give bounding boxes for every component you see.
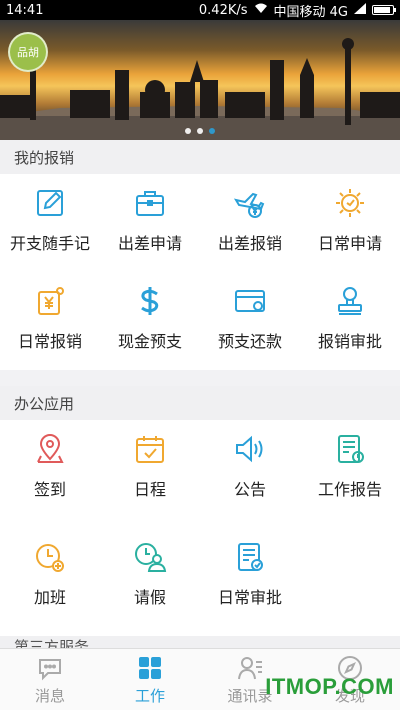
edit-icon bbox=[37, 190, 63, 216]
grid-item-daily-reimbursement[interactable]: 日常报销 bbox=[0, 272, 100, 370]
dollar-icon bbox=[141, 287, 159, 315]
grid-item-expense-note[interactable]: 开支随手记 bbox=[0, 174, 100, 272]
location-icon bbox=[37, 434, 64, 463]
user-clock-icon bbox=[135, 543, 167, 572]
tab-work[interactable]: 工作 bbox=[100, 649, 200, 710]
approval-doc-icon bbox=[238, 543, 263, 571]
carrier-label: 中国移动 4G bbox=[273, 4, 348, 20]
grid-item-travel-reimbursement[interactable]: 出差报销 bbox=[200, 174, 300, 272]
carousel-dot[interactable] bbox=[185, 128, 191, 134]
status-bar: 14:41 0.42K/s 中国移动 4G bbox=[0, 0, 400, 20]
grid-item-leave[interactable]: 请假 bbox=[100, 528, 200, 626]
watermark: ITMOP.COM bbox=[265, 674, 394, 699]
tab-messages[interactable]: 消息 bbox=[0, 649, 100, 710]
grid-office-apps: 签到 日程 公告 工作报告 加班 请假 日常审批 bbox=[0, 420, 400, 636]
grid-item-daily-application[interactable]: 日常申请 bbox=[300, 174, 400, 272]
grid-item-cash-advance[interactable]: 现金预支 bbox=[100, 272, 200, 370]
speaker-icon bbox=[236, 435, 263, 463]
yen-document-icon bbox=[38, 287, 64, 315]
grid-item-work-report[interactable]: 工作报告 bbox=[300, 420, 400, 518]
sun-icon bbox=[336, 189, 364, 217]
stamp-icon bbox=[338, 287, 362, 315]
banner-image bbox=[0, 38, 400, 140]
card-icon bbox=[235, 290, 265, 312]
grid-item-overtime[interactable]: 加班 bbox=[0, 528, 100, 626]
section-header-third-party: 第三方服务 bbox=[0, 636, 400, 648]
carousel-dots bbox=[0, 128, 400, 134]
banner-badge: 品胡 bbox=[8, 32, 48, 72]
network-speed: 0.42K/s bbox=[198, 2, 248, 18]
calendar-icon bbox=[136, 436, 164, 463]
signal-icon bbox=[354, 2, 366, 18]
grid-item-reimbursement-approval[interactable]: 报销审批 bbox=[300, 272, 400, 370]
briefcase-icon bbox=[136, 191, 164, 216]
contacts-icon bbox=[238, 656, 262, 679]
grid-item-schedule[interactable]: 日程 bbox=[100, 420, 200, 518]
banner-carousel[interactable]: 品胡 bbox=[0, 20, 400, 140]
chat-icon bbox=[39, 658, 61, 680]
grid-item-announcement[interactable]: 公告 bbox=[200, 420, 300, 518]
grid-my-reimbursement: 开支随手记 出差申请 出差报销 日常申请 日常报销 现金预支 预支还款 报销审批 bbox=[0, 174, 400, 370]
screen: 14:41 0.42K/s 中国移动 4G 品胡 我的报销 开支随手记 出差申请… bbox=[0, 0, 400, 710]
grid-item-advance-repayment[interactable]: 预支还款 bbox=[200, 272, 300, 370]
carousel-dot-active[interactable] bbox=[209, 128, 215, 134]
report-icon bbox=[338, 435, 364, 463]
carousel-dot[interactable] bbox=[197, 128, 203, 134]
grid-item-checkin[interactable]: 签到 bbox=[0, 420, 100, 518]
wifi-icon bbox=[254, 3, 268, 18]
grid-item-travel-application[interactable]: 出差申请 bbox=[100, 174, 200, 272]
grid-item-daily-approval[interactable]: 日常审批 bbox=[200, 528, 300, 626]
grid-icon bbox=[139, 656, 161, 679]
section-header-my-reimbursement: 我的报销 bbox=[0, 140, 400, 174]
status-time: 14:41 bbox=[6, 2, 44, 18]
clock-plus-icon bbox=[36, 544, 64, 572]
plane-yen-icon bbox=[233, 192, 265, 218]
battery-icon bbox=[372, 5, 396, 15]
section-header-office-apps: 办公应用 bbox=[0, 386, 400, 420]
